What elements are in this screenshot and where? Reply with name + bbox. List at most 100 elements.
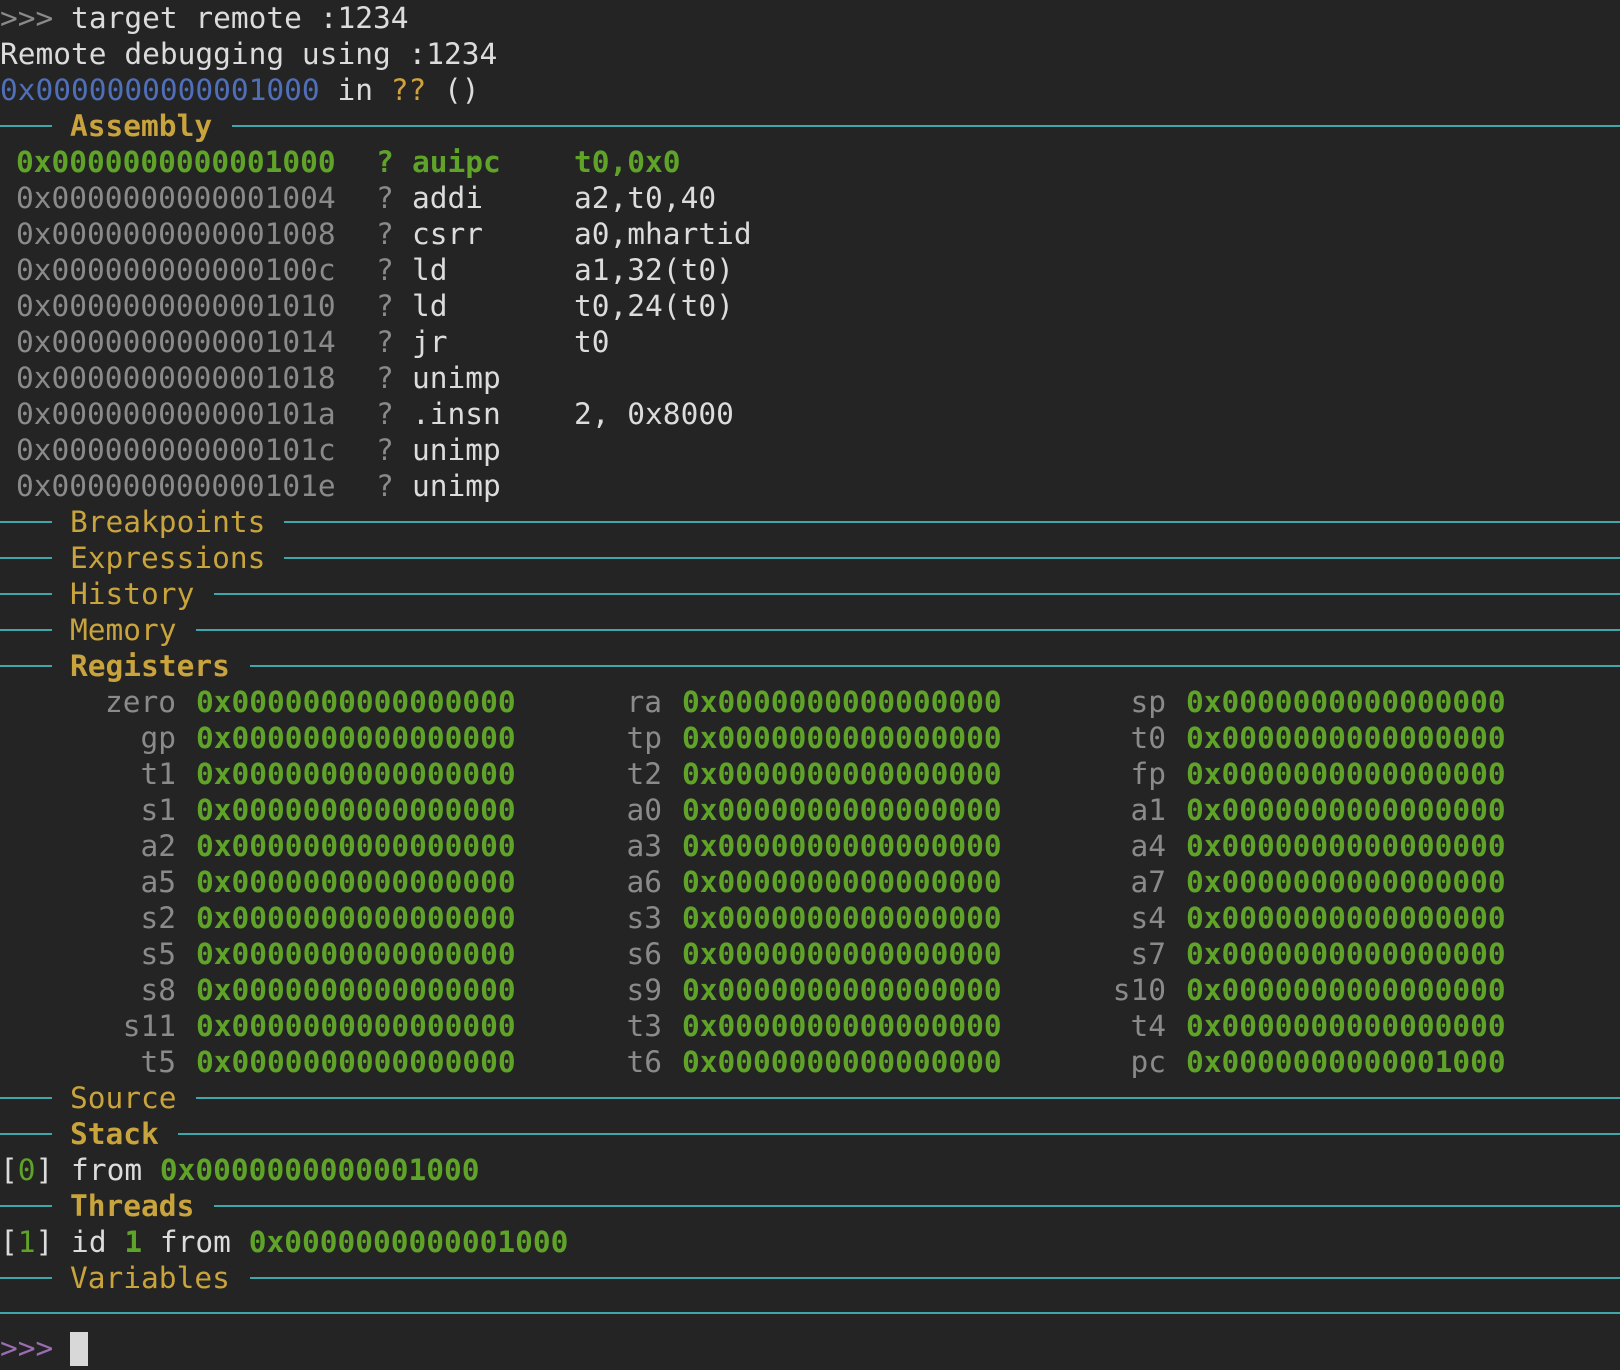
from-label: from — [142, 1225, 249, 1259]
register-name: a5 — [140, 865, 176, 899]
rule — [178, 1133, 1620, 1135]
section-title: Registers — [70, 649, 230, 683]
section-title: Memory — [70, 613, 177, 647]
register-value: 0x0000000000000000 — [1186, 1009, 1506, 1043]
rule — [0, 557, 52, 559]
register-value: 0x0000000000000000 — [682, 685, 1002, 719]
section-header-variables[interactable]: Variables — [0, 1260, 1620, 1296]
register-name: s5 — [140, 937, 176, 971]
instruction-address: 0x000000000000100c — [16, 253, 336, 287]
section-header-memory[interactable]: Memory — [0, 612, 1620, 648]
register-value: 0x0000000000000000 — [1186, 937, 1506, 971]
register-name: sp — [1130, 685, 1166, 719]
register-value: 0x0000000000000000 — [1186, 793, 1506, 827]
register-name: a4 — [1130, 829, 1166, 863]
register-value: 0x0000000000000000 — [682, 865, 1002, 899]
rule — [196, 629, 1620, 631]
stack-frame[interactable]: [0] from 0x0000000000001000 — [0, 1152, 480, 1188]
register-name: t6 — [626, 1045, 662, 1079]
instruction-mnemonic: unimp — [412, 469, 501, 503]
register-name: t1 — [140, 757, 176, 791]
thread-entry[interactable]: [1] id 1 from 0x0000000000001000 — [0, 1224, 568, 1260]
register-name: s6 — [626, 937, 662, 971]
rule — [284, 557, 1620, 559]
register-name: fp — [1130, 757, 1166, 791]
rule — [232, 125, 1620, 127]
register-name: t4 — [1130, 1009, 1166, 1043]
frame-index: 0 — [17, 1153, 36, 1187]
rule — [0, 1097, 52, 1099]
thread-index: 1 — [17, 1225, 36, 1259]
instruction-operands: t0 — [574, 325, 610, 359]
register-value: 0x0000000000000000 — [1186, 721, 1506, 755]
register-name: t5 — [140, 1045, 176, 1079]
section-header-breakpoints[interactable]: Breakpoints — [0, 504, 1620, 540]
instruction-address: 0x000000000000101c — [16, 433, 336, 467]
thread-id: 1 — [124, 1225, 143, 1259]
instruction-mnemonic: jr — [412, 325, 448, 359]
section-title: Expressions — [70, 541, 266, 575]
section-header-registers: Registers — [0, 648, 1620, 684]
instruction-mnemonic: ld — [412, 289, 448, 323]
section-header-source[interactable]: Source — [0, 1080, 1620, 1116]
section-title: Assembly — [70, 109, 213, 143]
rule — [0, 629, 52, 631]
instruction-mnemonic: addi — [412, 181, 484, 215]
register-value: 0x0000000000000000 — [196, 865, 516, 899]
instruction-address: 0x000000000000101e — [16, 469, 336, 503]
register-name: s1 — [140, 793, 176, 827]
register-name: tp — [626, 721, 662, 755]
register-value: 0x0000000000000000 — [196, 901, 516, 935]
register-name: t0 — [1130, 721, 1166, 755]
register-name: s8 — [140, 973, 176, 1007]
section-header-stack: Stack — [0, 1116, 1620, 1152]
instruction-mnemonic: unimp — [412, 361, 501, 395]
input-prompt: >>> — [0, 1331, 54, 1365]
from-label: from — [53, 1153, 160, 1187]
rule — [284, 521, 1620, 523]
register-name: s7 — [1130, 937, 1166, 971]
instruction-mnemonic: unimp — [412, 433, 501, 467]
register-name: s2 — [140, 901, 176, 935]
location-address: 0x0000000000001000 — [0, 73, 320, 107]
symbol-marker: ? — [376, 181, 394, 215]
instruction-address: 0x0000000000001014 — [16, 325, 336, 359]
register-name: a6 — [626, 865, 662, 899]
register-value: 0x0000000000000000 — [196, 973, 516, 1007]
section-header-assembly: Assembly — [0, 108, 1620, 144]
symbol-marker: ? — [376, 361, 394, 395]
register-value: 0x0000000000000000 — [196, 793, 516, 827]
register-value: 0x0000000000000000 — [196, 721, 516, 755]
prompt: >>> — [0, 1, 54, 35]
register-name: s4 — [1130, 901, 1166, 935]
section-header-history[interactable]: History — [0, 576, 1620, 612]
instruction-address: 0x0000000000001000 — [16, 145, 336, 179]
register-value: 0x0000000000000000 — [682, 757, 1002, 791]
rule — [250, 665, 1620, 667]
text-cursor[interactable] — [70, 1332, 88, 1366]
register-value: 0x0000000000000000 — [196, 1045, 516, 1079]
instruction-mnemonic: ld — [412, 253, 448, 287]
register-name: a1 — [1130, 793, 1166, 827]
register-value: 0x0000000000000000 — [682, 901, 1002, 935]
register-value: 0x0000000000000000 — [196, 1009, 516, 1043]
register-value: 0x0000000000000000 — [682, 1009, 1002, 1043]
instruction-operands: a2,t0,40 — [574, 181, 717, 215]
register-name: t3 — [626, 1009, 662, 1043]
instruction-address: 0x0000000000001008 — [16, 217, 336, 251]
rule — [0, 593, 52, 595]
instruction-operands: a1,32(t0) — [574, 253, 734, 287]
rule — [214, 593, 1620, 595]
register-name: s3 — [626, 901, 662, 935]
thread-address: 0x0000000000001000 — [248, 1225, 569, 1259]
rule — [214, 1205, 1620, 1207]
instruction-mnemonic: auipc — [412, 145, 501, 179]
symbol-marker: ? — [376, 325, 394, 359]
register-name: a2 — [140, 829, 176, 863]
register-name: a7 — [1130, 865, 1166, 899]
register-value: 0x0000000000000000 — [1186, 973, 1506, 1007]
input-line[interactable]: >>> — [0, 1330, 53, 1366]
command-line: >>> target remote :1234 — [0, 0, 409, 36]
location-args: () — [426, 73, 480, 107]
section-header-expressions[interactable]: Expressions — [0, 540, 1620, 576]
